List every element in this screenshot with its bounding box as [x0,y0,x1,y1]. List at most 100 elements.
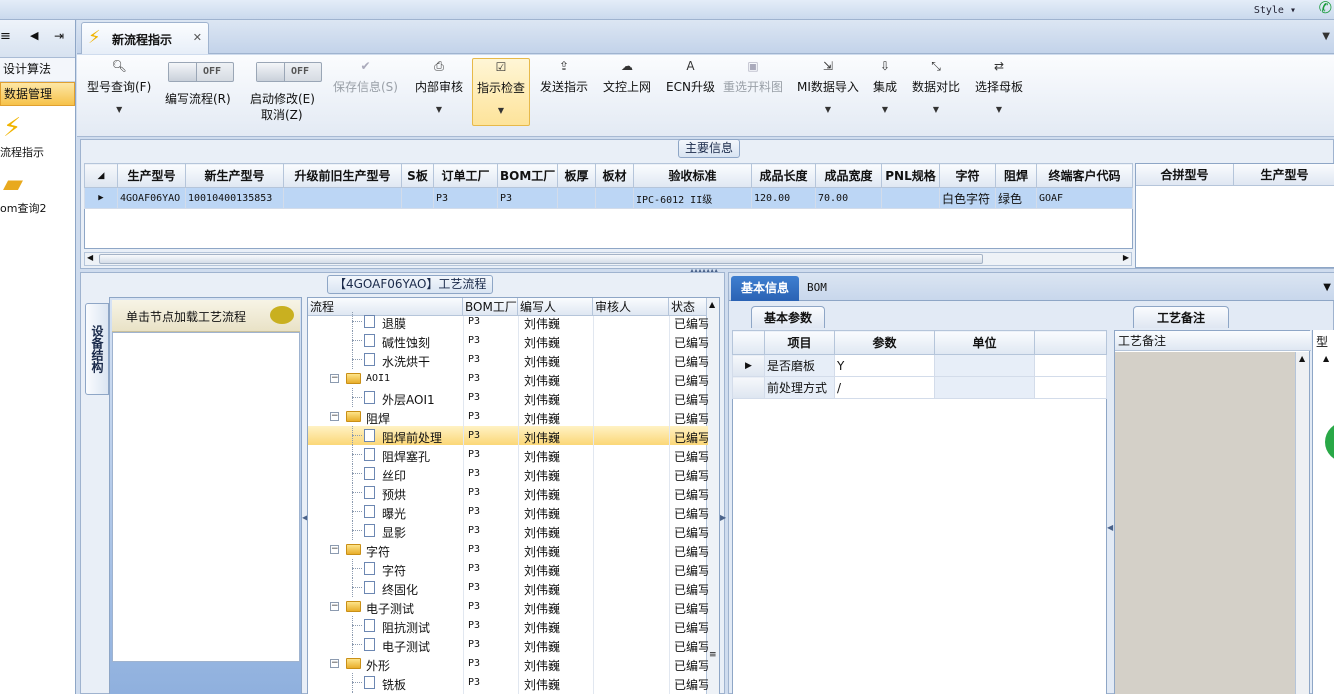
tree-group-row[interactable]: − 阻焊 P3 刘伟巍 已编写 [308,407,708,426]
column-header[interactable]: 升级前旧生产型号 [283,163,402,188]
table-cell[interactable]: 4GOAF06YAO [117,187,186,209]
column-header[interactable]: 验收标准 [633,163,752,188]
tree-row[interactable]: 碱性蚀刻 P3 刘伟巍 已编写 [308,331,708,350]
tab-bom[interactable]: BOM [807,281,827,294]
chevron-down-icon[interactable]: ▼ [477,106,525,115]
chevron-down-icon[interactable]: ▼ [1322,31,1330,42]
table-cell[interactable]: 白色字符 [939,187,996,209]
tree-row[interactable]: 丝印 P3 刘伟巍 已编写 [308,464,708,483]
chevron-down-icon[interactable]: ▼ [87,105,151,114]
tree-row[interactable]: 字符 P3 刘伟巍 已编写 [308,559,708,578]
select-board-button[interactable]: ⇄ 选择母板 ▼ [975,58,1023,114]
row-indicator-header[interactable]: ◢ [84,163,118,188]
column-header[interactable]: PNL规格 [881,163,940,188]
tree-row[interactable]: 终固化 P3 刘伟巍 已编写 [308,578,708,597]
production-model-header[interactable]: 生产型号 [1234,164,1334,186]
close-icon[interactable]: ✕ [193,31,202,44]
tab-process-notes[interactable]: 工艺备注 [1133,306,1229,328]
unit-column-header[interactable]: 单位 [934,330,1035,355]
unit-cell[interactable] [934,353,1035,378]
chevron-down-icon[interactable]: ▼ [415,105,463,114]
filler-cell[interactable] [1034,353,1107,378]
send-instruction-button[interactable]: ⇪ 发送指示 [540,58,588,95]
filler-cell[interactable] [1034,376,1107,400]
tree-row[interactable]: 外层AOI1 P3 刘伟巍 已编写 [308,388,708,407]
internal-review-button[interactable]: ⎙ 内部审核 ▼ [415,58,463,114]
table-cell[interactable]: 绿色 [995,187,1037,209]
collapse-icon[interactable]: − [330,602,339,611]
item-cell[interactable]: 前处理方式 [764,376,835,400]
table-cell[interactable]: 120.00 [751,187,816,209]
tree-row[interactable]: 电子测试 P3 刘伟巍 已编写 [308,635,708,654]
tree-row[interactable]: 阻焊前处理 P3 刘伟巍 已编写 [308,426,708,445]
value-cell[interactable]: Y [834,353,935,378]
floating-widget-icon[interactable] [1325,422,1334,462]
table-cell[interactable] [881,187,940,209]
table-row[interactable]: ▶ 4GOAF06YAO 10010400135853 P3 P3 IPC-6012 I… [84,187,1133,209]
tab-basic-info[interactable]: 基本信息 [731,276,799,301]
column-header[interactable]: 订单工厂 [433,163,498,188]
nav-bom-query[interactable]: ▰ om查询2 [0,168,76,216]
column-header[interactable]: 板厚 [557,163,596,188]
nav-flow-instruction[interactable]: ⚡ 流程指示 [0,112,76,160]
tree-row[interactable]: 预烘 P3 刘伟巍 已编写 [308,483,708,502]
forward-icon[interactable]: ⇥ [54,29,64,43]
column-header[interactable]: 阻焊 [995,163,1037,188]
column-header[interactable]: S板 [401,163,434,188]
back-icon[interactable]: ◀ [30,29,38,42]
table-cell[interactable]: GOAF [1036,187,1133,209]
tree-group-row[interactable]: − 字符 P3 刘伟巍 已编写 [308,540,708,559]
notes-textarea[interactable] [1115,352,1297,694]
tree-group-row[interactable]: − 电子测试 P3 刘伟巍 已编写 [308,597,708,616]
splitter-left-icon[interactable]: ◀ [1107,523,1113,532]
collapse-icon[interactable]: − [330,374,339,383]
edit-flow-toggle[interactable]: OFF [168,62,234,82]
save-info-button[interactable]: ✔ 保存信息(S) [333,58,398,95]
tab-basic-params[interactable]: 基本参数 [751,306,826,328]
collapse-icon[interactable]: − [330,412,339,421]
integrate-button[interactable]: ⇩ 集成 ▼ [873,58,897,114]
equipment-structure-tab[interactable]: 设备结构 [85,303,109,395]
item-column-header[interactable]: 项目 [764,330,835,355]
splitter-right-icon[interactable]: ▶ [720,513,726,522]
tree-row[interactable]: 水洗烘干 P3 刘伟巍 已编写 [308,350,708,369]
cancel-label[interactable]: 取消(Z) [261,106,303,123]
data-compare-button[interactable]: ⤡ 数据对比 ▼ [912,58,960,114]
horizontal-scrollbar[interactable]: ◀ ▶ [84,252,1132,266]
scroll-up-icon[interactable]: ▲ [1299,354,1305,363]
vertical-scrollbar[interactable]: ▲ [1295,352,1309,694]
column-header[interactable]: 生产型号 [117,163,186,188]
nav-item-data-management[interactable]: 数据管理 [0,82,75,106]
tree-row[interactable]: 铣板 P3 刘伟巍 已编写 [308,673,708,692]
value-cell[interactable]: / [834,376,935,400]
style-menu[interactable]: Style ▾ [1254,5,1296,16]
column-header[interactable]: 板材 [595,163,634,188]
chevron-down-icon[interactable]: ▼ [797,105,859,114]
phone-icon[interactable]: ✆ [1319,0,1332,17]
tree-row[interactable]: 退膜 P3 刘伟巍 已编写 [308,312,708,331]
mi-import-button[interactable]: ⇲ MI数据导入 ▼ [797,58,859,114]
table-cell[interactable]: 10010400135853 [185,187,284,209]
item-cell[interactable]: 是否磨板 [764,353,835,378]
table-row[interactable]: 前处理方式 / [732,376,1107,400]
nav-item-design[interactable]: 设计算法 [0,58,75,82]
node-hint-bar[interactable]: 单击节点加载工艺流程 [112,300,300,332]
tree-row[interactable]: 曝光 P3 刘伟巍 已编写 [308,502,708,521]
reselect-drawing-button[interactable]: ▣ 重选开料图 [723,58,783,95]
menu-icon[interactable]: ≡ [0,29,11,44]
collapse-icon[interactable]: − [330,659,339,668]
table-cell[interactable] [401,187,434,209]
column-header[interactable]: 成品宽度 [815,163,882,188]
model-query-button[interactable]: 🔍︎ 型号查询(F) ▼ [87,58,151,114]
scroll-right-icon[interactable]: ▶ [1123,253,1129,262]
table-cell[interactable]: P3 [433,187,498,209]
tree-row[interactable]: 显影 P3 刘伟巍 已编写 [308,521,708,540]
table-cell[interactable] [557,187,596,209]
check-instruction-button[interactable]: ☑ 指示检查 ▼ [472,58,531,126]
value-column-header[interactable]: 参数 [834,330,935,355]
scroll-left-icon[interactable]: ◀ [87,253,93,262]
column-header[interactable]: 成品长度 [751,163,816,188]
column-header[interactable]: 终端客户代码 [1036,163,1133,188]
table-cell[interactable] [595,187,634,209]
tree-row[interactable]: 阻抗测试 P3 刘伟巍 已编写 [308,616,708,635]
